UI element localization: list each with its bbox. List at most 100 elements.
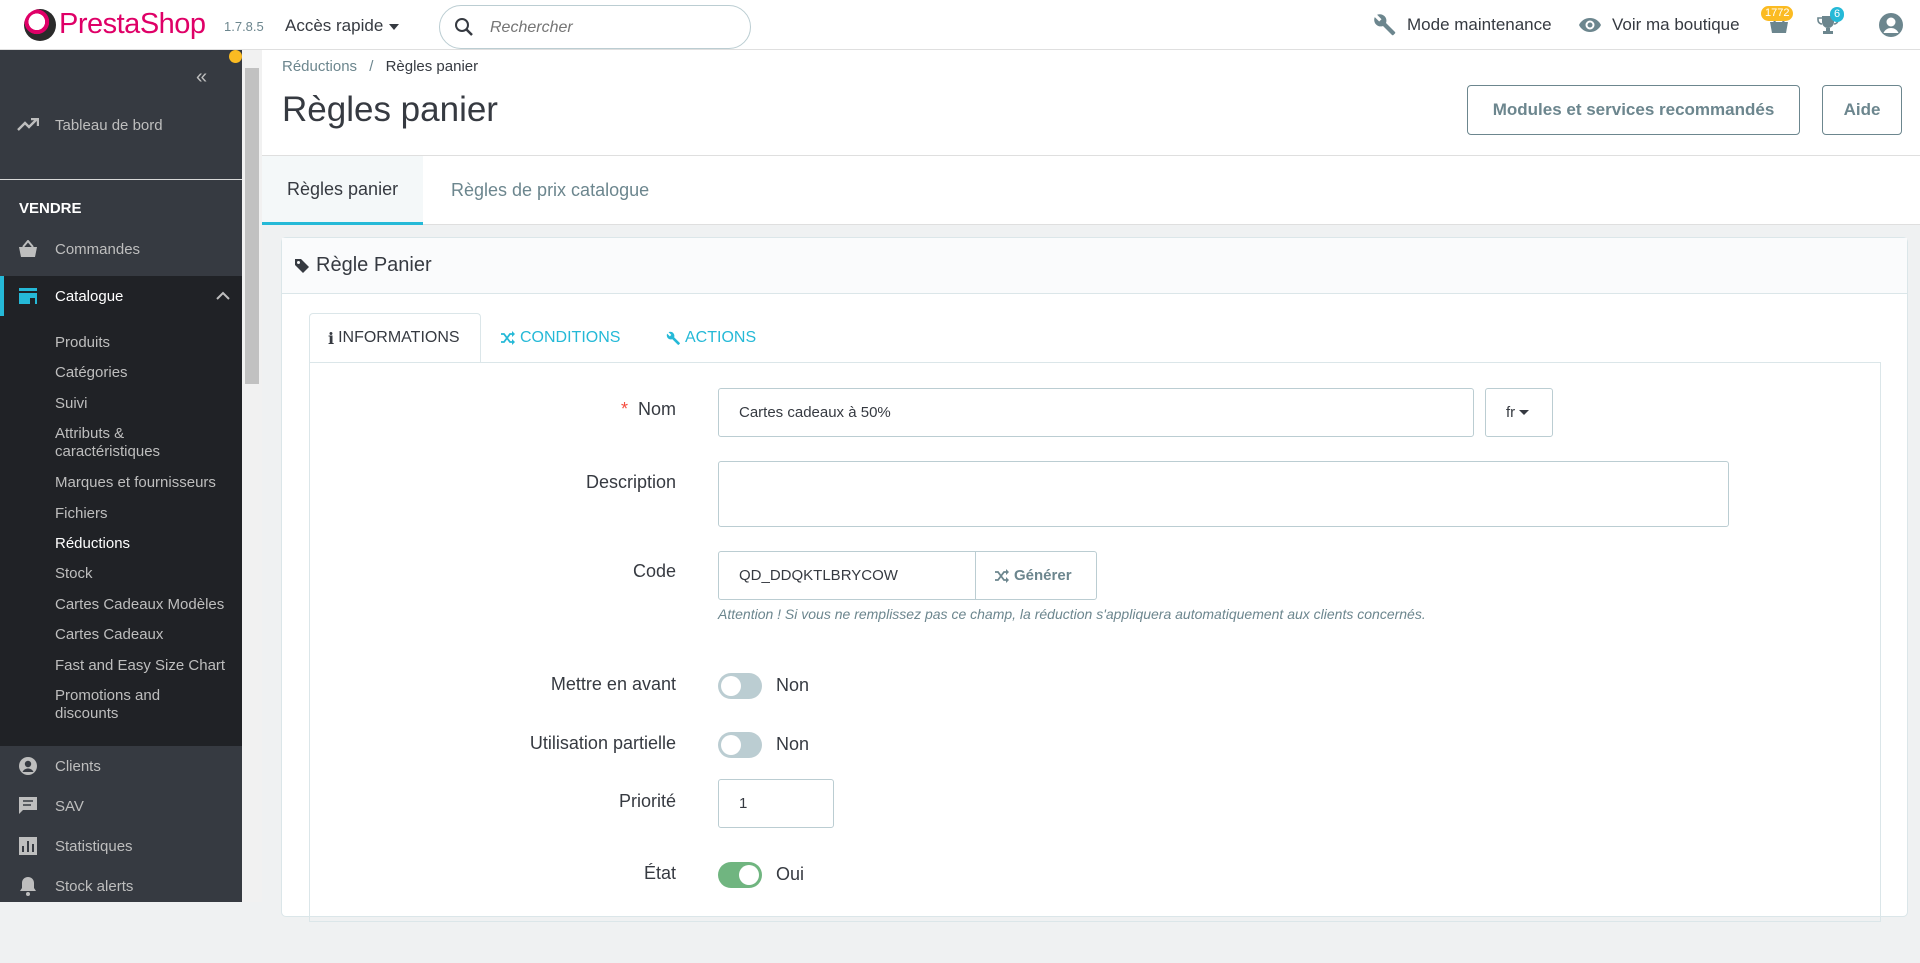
breadcrumb: Réductions / Règles panier: [282, 58, 478, 75]
highlight-value: Non: [776, 675, 810, 695]
page-head: Réductions / Règles panier Règles panier…: [262, 50, 1920, 156]
label-column: * Nom Description Code Mettre en avant Ut…: [310, 363, 676, 963]
sidebar-item-dashboard[interactable]: Tableau de bord: [0, 112, 242, 138]
search-input[interactable]: [488, 15, 738, 41]
generate-code-button[interactable]: Générer: [975, 551, 1097, 600]
sidebar-item-catalogue[interactable]: Catalogue: [0, 276, 242, 316]
store-icon: [18, 288, 37, 304]
view-shop-link[interactable]: Voir ma boutique: [1578, 13, 1740, 37]
priority-input[interactable]: 1: [718, 779, 834, 828]
description-textarea[interactable]: [718, 461, 1729, 527]
sidebar-label-dashboard: Tableau de bord: [55, 116, 163, 134]
caret-down-icon: [389, 23, 400, 30]
tag-icon: [295, 258, 309, 273]
sidebar-label-orders: Commandes: [55, 240, 141, 258]
name-label-group: * Nom: [276, 399, 676, 420]
sidebar-subitem-discounts[interactable]: Réductions: [55, 535, 235, 553]
trending-up-icon: [16, 118, 39, 131]
wrench-icon: [1374, 14, 1396, 36]
switch-knob: [721, 676, 741, 696]
search-bar[interactable]: [439, 5, 751, 49]
shuffle-icon: [995, 568, 1009, 583]
sidebar-item-orders[interactable]: Commandes: [0, 236, 242, 262]
sidebar-subitem-brands[interactable]: Marques et fournisseurs: [55, 474, 235, 492]
customers-notification[interactable]: 6: [1817, 7, 1845, 41]
tab-conditions[interactable]: CONDITIONS: [482, 313, 638, 363]
code-hint: Attention ! Si vous ne remplissez pas ce…: [718, 606, 1426, 622]
orders-badge: 1772: [1761, 6, 1794, 21]
sidebar-subitem-products[interactable]: Produits: [55, 334, 235, 352]
sidebar-subitem-categories[interactable]: Catégories: [55, 364, 235, 382]
sidebar-subitem-files[interactable]: Fichiers: [55, 505, 235, 523]
name-input[interactable]: Cartes cadeaux à 50%: [718, 388, 1474, 437]
sidebar-subitem-promotions[interactable]: Promotions and discounts: [55, 687, 195, 723]
language-select[interactable]: fr: [1485, 388, 1553, 437]
maintenance-mode-link[interactable]: Mode maintenance: [1373, 13, 1552, 37]
quick-access-dropdown[interactable]: Accès rapide: [285, 16, 400, 36]
priority-label: Priorité: [618, 791, 676, 811]
description-label: Description: [585, 472, 676, 492]
sidebar-label-sav: SAV: [55, 797, 84, 815]
code-label: Code: [632, 561, 676, 581]
shopping-basket-icon: [18, 240, 37, 257]
partial-use-label: Utilisation partielle: [529, 733, 676, 753]
section-sell-heading: VENDRE: [19, 200, 82, 217]
chat-icon: [18, 797, 37, 814]
sidebar-label-catalogue: Catalogue: [55, 287, 124, 305]
tab-conditions-label: CONDITIONS: [520, 329, 621, 346]
sidebar-scrollbar-thumb[interactable]: [245, 68, 259, 384]
sidebar-subitem-monitoring[interactable]: Suivi: [55, 395, 235, 413]
sidebar-item-sav[interactable]: SAV: [0, 793, 242, 819]
name-label: Nom: [637, 399, 676, 419]
sidebar-label-clients: Clients: [55, 757, 101, 775]
tab-cart-rules[interactable]: Règles panier: [262, 156, 424, 225]
sidebar-subitem-stock[interactable]: Stock: [55, 565, 235, 583]
page-tabs: Règles panier Règles de prix catalogue: [262, 156, 1920, 225]
sidebar: « Tableau de bord VENDRE Commandes Catal…: [0, 50, 242, 902]
status-label: État: [643, 863, 676, 883]
informations-form: * Nom Description Code Mettre en avant Ut…: [309, 362, 1881, 922]
generate-label: Générer: [1014, 567, 1072, 584]
chevron-up-icon: [216, 288, 230, 305]
sidebar-subitem-giftcards[interactable]: Cartes Cadeaux: [55, 626, 235, 644]
orders-notification[interactable]: 1772: [1761, 6, 1794, 41]
tab-informations-label: INFORMATIONS: [338, 329, 460, 346]
sidebar-subitem-attributes[interactable]: Attributs & caractéristiques: [55, 425, 205, 461]
status-switch[interactable]: [718, 862, 762, 888]
top-header: PrestaShop 1.7.8.5 Accès rapide Mode mai…: [0, 0, 1920, 50]
notification-dot: [229, 50, 242, 63]
tab-actions[interactable]: ACTIONS: [648, 313, 774, 363]
tab-actions-label: ACTIONS: [685, 329, 757, 346]
quick-access-label: Accès rapide: [285, 16, 384, 35]
language-value: fr: [1506, 404, 1516, 421]
help-button[interactable]: Aide: [1822, 85, 1902, 135]
breadcrumb-separator: /: [369, 58, 374, 75]
required-asterisk: *: [620, 399, 628, 419]
sidebar-item-clients[interactable]: Clients: [0, 753, 242, 779]
caret-down-icon: [1519, 410, 1530, 415]
code-input[interactable]: QD_DDQKTLBRYCOW: [718, 551, 976, 600]
sidebar-item-stock-alerts[interactable]: Stock alerts: [0, 873, 242, 899]
breadcrumb-current: Règles panier: [385, 58, 479, 75]
shuffle-icon: [501, 331, 515, 345]
search-icon: [455, 18, 473, 36]
partial-use-switch[interactable]: [718, 732, 762, 758]
info-icon: i: [328, 328, 335, 348]
maintenance-label: Mode maintenance: [1407, 15, 1552, 34]
recommended-modules-button[interactable]: Modules et services recommandés: [1467, 85, 1800, 135]
sidebar-subitem-giftcard-templates[interactable]: Cartes Cadeaux Modèles: [55, 596, 235, 614]
tab-catalog-price-rules[interactable]: Règles de prix catalogue: [426, 156, 674, 225]
highlight-switch[interactable]: [718, 673, 762, 699]
active-indicator: [0, 276, 4, 316]
account-icon[interactable]: [1878, 12, 1904, 38]
cart-rule-panel: Règle Panier i INFORMATIONS CONDITIONS A…: [281, 237, 1908, 922]
breadcrumb-parent-link[interactable]: Réductions: [282, 58, 357, 75]
tab-informations[interactable]: i INFORMATIONS: [309, 313, 481, 363]
partial-use-value: Non: [776, 734, 810, 754]
prestashop-logo[interactable]: PrestaShop: [24, 8, 206, 41]
view-shop-label: Voir ma boutique: [1612, 15, 1740, 34]
sidebar-item-stats[interactable]: Statistiques: [0, 833, 242, 859]
logo-text: PrestaShop: [59, 8, 206, 40]
sidebar-subitem-size-chart[interactable]: Fast and Easy Size Chart: [55, 657, 235, 675]
collapse-sidebar-icon[interactable]: «: [196, 66, 207, 89]
